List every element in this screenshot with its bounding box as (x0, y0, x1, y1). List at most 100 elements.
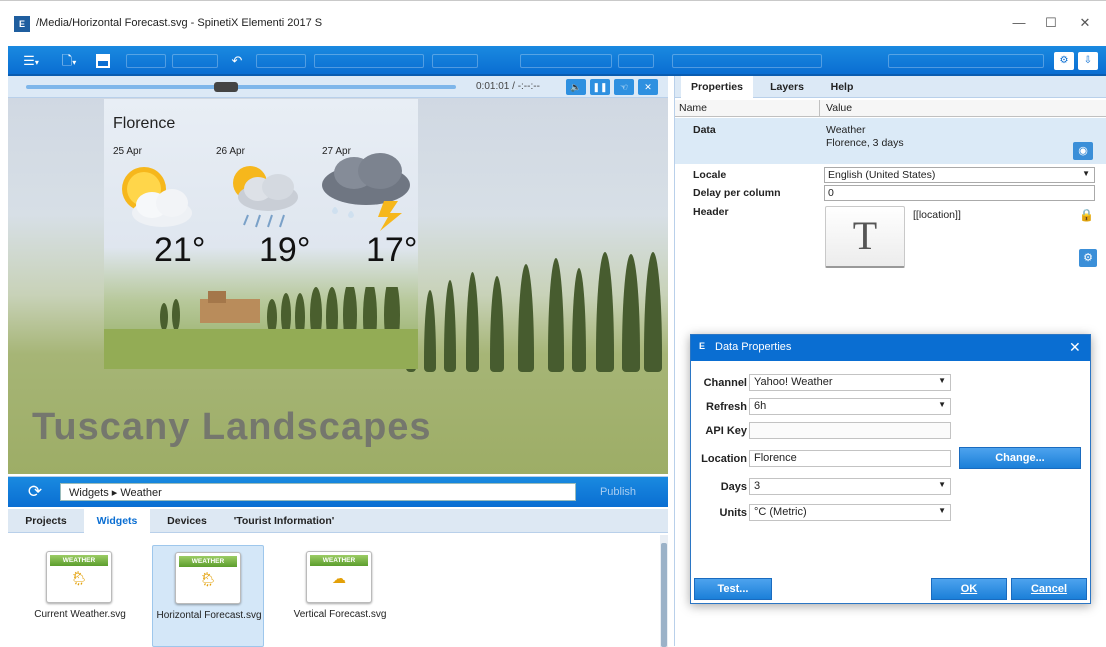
header-value: [[location]] (913, 209, 961, 221)
forecast-date: 25 Apr (113, 146, 142, 157)
properties-tabs: Properties Layers Help (675, 76, 1106, 98)
layout-group[interactable] (888, 54, 1044, 68)
seek-slider[interactable] (26, 85, 456, 89)
api-key-label: API Key (705, 425, 747, 437)
delay-input[interactable]: 0 (824, 185, 1095, 201)
arrange-group[interactable] (314, 54, 424, 68)
stop-button[interactable]: ✕ (638, 79, 658, 95)
seek-thumb[interactable] (214, 82, 238, 92)
widgets-panel: ⟳ Widgets ▸ Weather Publish Projects Wid… (8, 476, 668, 647)
tab-help[interactable]: Help (821, 76, 863, 98)
dialog-close-button[interactable]: ✕ (1069, 339, 1081, 356)
text-format-group[interactable] (672, 54, 822, 68)
channel-select[interactable]: Yahoo! Weather ▼ (749, 374, 951, 391)
weather-icon: ☁ (332, 570, 346, 586)
save-icon (96, 54, 110, 68)
app-icon: E (14, 16, 30, 32)
tile-header: WEATHER (179, 556, 237, 567)
window-title: /Media/Horizontal Forecast.svg - Spineti… (36, 17, 323, 29)
tab-widgets[interactable]: Widgets (84, 509, 150, 533)
dropdown-arrow-icon: ▼ (938, 480, 946, 489)
tile-header: WEATHER (50, 555, 108, 566)
lock-icon[interactable]: 🔒 (1079, 208, 1094, 222)
interact-button[interactable]: ☜ (614, 79, 634, 95)
minimize-button[interactable]: — (1008, 13, 1030, 33)
property-name: Data (693, 124, 716, 136)
font-size-select[interactable] (618, 54, 654, 68)
mute-button[interactable]: 🔈 (566, 79, 586, 95)
cancel-button[interactable]: Cancel (1011, 578, 1087, 600)
refresh-value: 6h (754, 400, 767, 412)
thunderstorm-icon (322, 153, 410, 231)
widget-label: Current Weather.svg (34, 609, 126, 620)
locale-value: English (United States) (828, 169, 936, 181)
units-label: Units (719, 507, 748, 519)
weather-widget-icon: WEATHER 🌦 (46, 551, 112, 603)
property-row-data[interactable]: Data Weather Florence, 3 days (675, 118, 1106, 164)
days-label: Days (720, 481, 747, 493)
property-name: Header (693, 206, 729, 218)
menu-button[interactable]: ☰▾ (16, 51, 46, 71)
weather-icon: 🌦 (199, 571, 217, 587)
api-key-input[interactable] (749, 422, 951, 439)
new-button[interactable]: 🗋▾ (54, 51, 84, 71)
weather-widget[interactable]: Florence 25 Apr 26 Apr 27 Apr 21° 19° 17… (104, 99, 418, 369)
dropdown-arrow-icon: ▼ (938, 506, 946, 515)
cut-copy-paste-group[interactable] (126, 54, 166, 68)
rss-icon: ◉ (1078, 145, 1088, 157)
publish-button[interactable]: Publish (578, 483, 658, 501)
toolbar: ☰▾ 🗋▾ ↶ ⚙ ⇩ (8, 46, 1106, 76)
units-select[interactable]: °C (Metric) ▼ (749, 504, 951, 521)
data-properties-dialog: E Data Properties ✕ Channel Yahoo! Weath… (690, 334, 1091, 604)
hand-icon: ☜ (619, 82, 629, 92)
tab-tourist-information[interactable]: 'Tourist Information' (224, 509, 344, 533)
widget-tile[interactable]: WEATHER ☁ Vertical Forecast.svg (284, 545, 396, 647)
refresh-icon[interactable]: ⟳ (24, 482, 46, 502)
doc-settings-icon[interactable]: ⚙ (1054, 52, 1074, 70)
breadcrumb[interactable]: Widgets ▸ Weather (60, 483, 576, 501)
ok-button[interactable]: OK (931, 578, 1007, 600)
preview-canvas[interactable]: 0:01:01 / -:--:-- 🔈 ❚❚ ☜ ✕ Florence 25 A… (8, 76, 668, 474)
tab-devices[interactable]: Devices (158, 509, 216, 533)
column-name: Name (679, 102, 708, 114)
dialog-title-bar: E Data Properties ✕ (691, 335, 1090, 361)
property-value: Florence, 3 days (826, 137, 904, 149)
widget-tile[interactable]: WEATHER 🌦 Current Weather.svg (24, 545, 136, 647)
locale-select[interactable]: English (United States) ▼ (824, 167, 1095, 183)
days-select[interactable]: 3 ▼ (749, 478, 951, 495)
font-family-select[interactable] (520, 54, 612, 68)
refresh-select[interactable]: 6h ▼ (749, 398, 951, 415)
sun-cloud-icon (122, 167, 192, 227)
tab-projects[interactable]: Projects (16, 509, 76, 533)
tab-properties[interactable]: Properties (681, 76, 753, 98)
align-group[interactable] (432, 54, 478, 68)
tab-layers[interactable]: Layers (759, 76, 815, 98)
data-source-button[interactable]: ◉ (1073, 142, 1093, 160)
property-value: Weather (826, 124, 866, 136)
scrollbar-thumb[interactable] (661, 543, 667, 647)
pause-button[interactable]: ❚❚ (590, 79, 610, 95)
player-bar: 0:01:01 / -:--:-- 🔈 ❚❚ ☜ ✕ (8, 76, 668, 98)
close-icon: ✕ (644, 82, 652, 92)
text-style-button[interactable]: T (825, 206, 905, 268)
dropdown-arrow-icon: ▼ (938, 400, 946, 409)
widgets-scrollbar[interactable] (660, 535, 668, 647)
widget-tile-selected[interactable]: WEATHER 🌦 Horizontal Forecast.svg (152, 545, 264, 647)
forecast-date: 26 Apr (216, 146, 245, 157)
doc-export-icon[interactable]: ⇩ (1078, 52, 1098, 70)
settings-button[interactable]: ⚙ (1079, 249, 1097, 267)
location-input[interactable]: Florence (749, 450, 951, 467)
widget-bar: ⟳ Widgets ▸ Weather Publish (8, 477, 668, 507)
menu-icon: ☰ (23, 53, 35, 68)
save-button[interactable] (92, 51, 114, 71)
clipboard-group[interactable] (172, 54, 218, 68)
redo-group[interactable] (256, 54, 306, 68)
column-value: Value (826, 102, 853, 114)
property-name: Locale (693, 169, 727, 181)
maximize-button[interactable]: ☐ (1040, 13, 1062, 33)
undo-button[interactable]: ↶ (226, 51, 248, 71)
close-button[interactable]: ✕ (1074, 13, 1096, 33)
change-button[interactable]: Change... (959, 447, 1081, 469)
test-button[interactable]: Test... (694, 578, 772, 600)
new-document-icon: 🗋 (61, 53, 73, 68)
